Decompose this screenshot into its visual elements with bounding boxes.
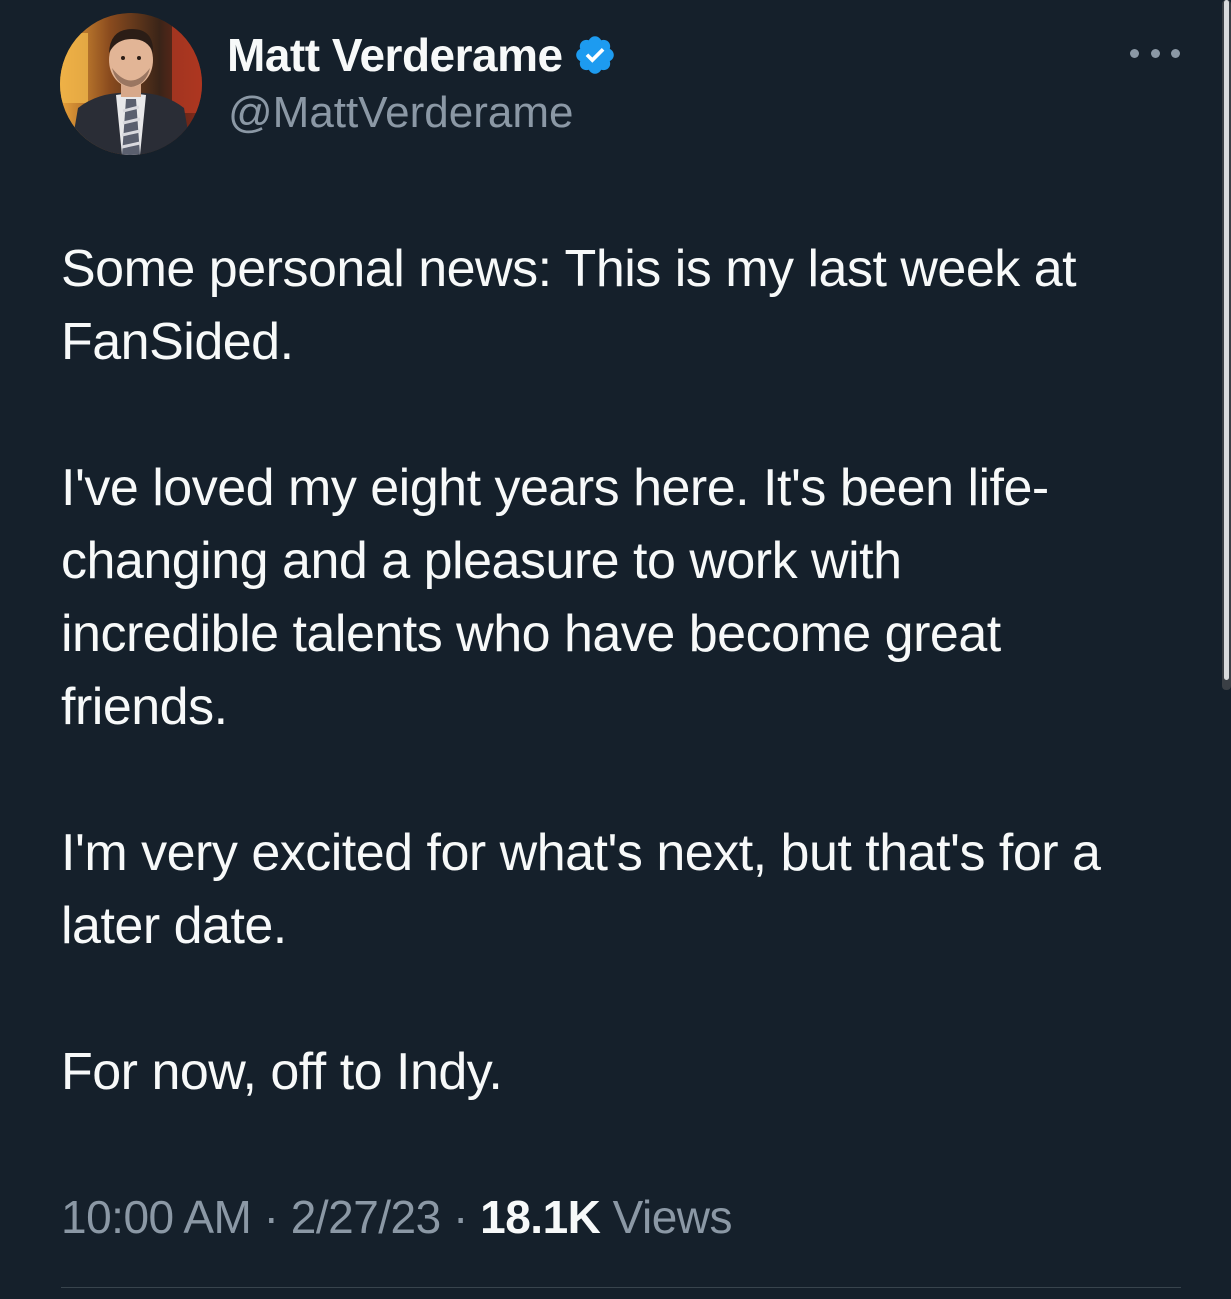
meta-separator: · — [263, 1191, 279, 1243]
views-label: Views — [612, 1191, 733, 1243]
more-dot — [1130, 48, 1139, 58]
verified-badge-icon[interactable] — [573, 33, 617, 77]
tweet-text: Some personal news: This is my last week… — [61, 233, 1201, 1109]
author-display-name[interactable]: Matt Verderame — [227, 28, 563, 82]
tweet-line: I'm very excited for what's next, but th… — [61, 824, 1101, 882]
tweet-line: changing and a pleasure to work with — [61, 532, 902, 590]
tweet-paragraph: For now, off to Indy. — [61, 1036, 1201, 1109]
tweet-line: FanSided. — [61, 313, 294, 371]
author-handle[interactable]: @MattVerderame — [228, 88, 573, 138]
avatar[interactable] — [60, 13, 202, 155]
tweet-line: later date. — [61, 897, 287, 955]
divider — [61, 1287, 1181, 1288]
more-horizontal-icon[interactable] — [1130, 40, 1180, 66]
tweet-line: For now, off to Indy. — [61, 1043, 503, 1101]
tweet: Matt Verderame @MattVerderame Some perso… — [0, 0, 1231, 1299]
tweet-line: friends. — [61, 678, 228, 736]
views-count[interactable]: 18.1K — [480, 1191, 601, 1243]
more-dot — [1150, 48, 1160, 58]
tweet-meta: 10:00 AM · 2/27/23 · 18.1K Views — [61, 1190, 733, 1244]
tweet-line: incredible talents who have become great — [61, 605, 1001, 663]
tweet-date[interactable]: 2/27/23 — [291, 1191, 441, 1243]
tweet-paragraph: I've loved my eight years here. It's bee… — [61, 452, 1201, 744]
tweet-paragraph: I'm very excited for what's next, but th… — [61, 817, 1201, 963]
tweet-line: I've loved my eight years here. It's bee… — [61, 459, 1049, 517]
tweet-time[interactable]: 10:00 AM — [61, 1191, 252, 1243]
meta-separator: · — [453, 1191, 468, 1243]
tweet-line: Some personal news: This is my last week… — [61, 240, 1077, 298]
avatar-image — [60, 13, 202, 155]
author-name-row: Matt Verderame — [227, 28, 617, 82]
more-dot — [1171, 48, 1180, 58]
scrollbar-thumb[interactable] — [1224, 0, 1229, 680]
tweet-paragraph: Some personal news: This is my last week… — [61, 233, 1201, 379]
